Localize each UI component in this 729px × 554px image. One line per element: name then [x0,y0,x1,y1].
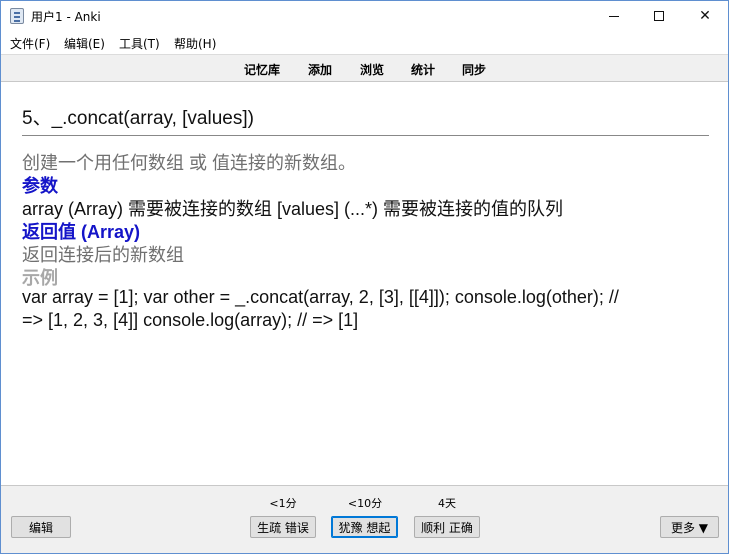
menu-edit[interactable]: 编辑(E) [64,35,105,52]
answer-divider [22,135,709,136]
toolbar-decks[interactable]: 记忆库 [244,61,280,78]
toolbar-stats[interactable]: 统计 [411,61,435,78]
card-question: 5、_.concat(array, [values]) [22,108,254,129]
again-button[interactable]: 生疏 错误 [250,516,316,538]
anki-app-icon [10,8,24,24]
title-bar: 用户1 - Anki ✕ [1,1,728,31]
card-content: 5、_.concat(array, [values]) 创建一个用任何数组 或 … [1,83,728,485]
again-interval: <1分 [269,497,297,510]
toolbar-add[interactable]: 添加 [308,61,332,78]
answer-bar: 编辑 <1分 <10分 4天 生疏 错误 犹豫 想起 顺利 正确 更多 ▼ [1,485,728,553]
menu-bar: 文件(F) 编辑(E) 工具(T) 帮助(H) [1,32,728,52]
hard-button[interactable]: 犹豫 想起 [331,516,398,538]
example-code-line-2: => [1, 2, 3, [4]] console.log(array); //… [22,310,359,330]
good-button[interactable]: 顺利 正确 [414,516,480,538]
window-title: 用户1 - Anki [31,10,101,24]
main-toolbar: 记忆库 添加 浏览 统计 同步 [1,54,728,82]
maximize-icon [654,11,664,21]
toolbar-sync[interactable]: 同步 [462,61,486,78]
menu-help[interactable]: 帮助(H) [174,35,216,52]
minimize-button[interactable] [591,1,637,31]
menu-file[interactable]: 文件(F) [10,35,50,52]
example-code-line-1: var array = [1]; var other = _.concat(ar… [22,287,619,307]
good-interval: 4天 [438,497,456,510]
maximize-button[interactable] [636,1,682,31]
menu-tools[interactable]: 工具(T) [119,35,160,52]
hard-interval: <10分 [347,497,383,510]
toolbar-browse[interactable]: 浏览 [360,61,384,78]
minimize-icon [609,15,619,17]
close-button[interactable]: ✕ [682,1,728,31]
anki-window: 用户1 - Anki ✕ 文件(F) 编辑(E) 工具(T) 帮助(H) 记忆库… [0,0,729,554]
close-icon: ✕ [699,8,711,24]
more-button[interactable]: 更多 ▼ [660,516,719,538]
edit-button[interactable]: 编辑 [11,516,71,538]
card-description: 创建一个用任何数组 或 值连接的新数组。 [22,153,357,173]
